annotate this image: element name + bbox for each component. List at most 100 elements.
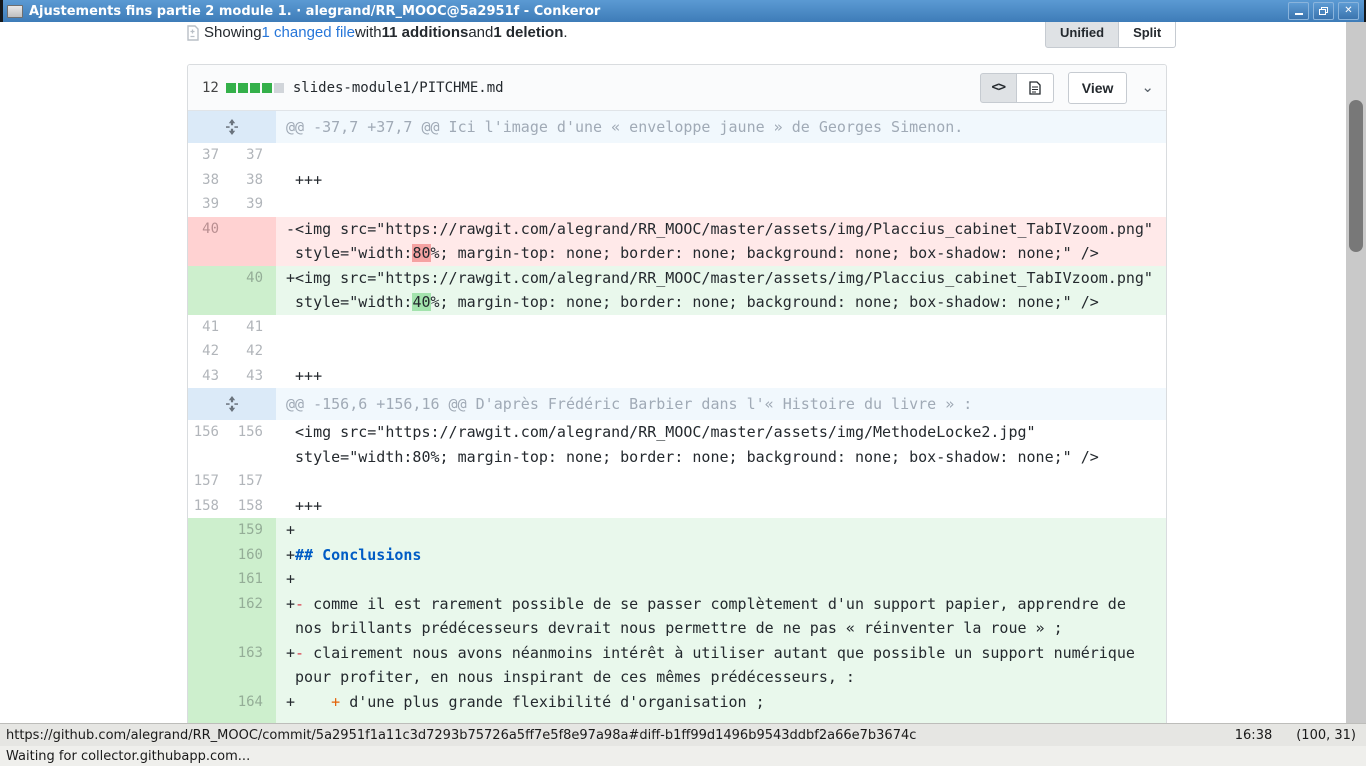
line-number-old[interactable]: 158 [188, 494, 232, 519]
code-icon: <> [991, 80, 1005, 95]
line-number-old[interactable] [188, 641, 232, 690]
diff-row: 164+ + d'une plus grande flexibilité d'o… [188, 690, 1166, 715]
line-number-new[interactable]: 37 [232, 143, 276, 168]
line-number-new[interactable] [232, 714, 276, 723]
line-number-old[interactable] [188, 266, 232, 315]
line-number-new[interactable]: 157 [232, 469, 276, 494]
line-number-new[interactable]: 164 [232, 690, 276, 715]
line-number-old[interactable]: 42 [188, 339, 232, 364]
code-line: +- comme il est rarement possible de se … [276, 592, 1166, 617]
code-line [276, 339, 1166, 364]
restore-icon [1319, 7, 1328, 15]
file-header: 12 slides-module1/PITCHME.md <> View ⌄ [188, 65, 1166, 111]
hunk-header-text: @@ -156,6 +156,16 @@ D'après Frédéric Ba… [276, 388, 1166, 420]
changed-file-link[interactable]: 1 changed file [262, 24, 355, 41]
line-number-new[interactable]: 39 [232, 192, 276, 217]
minimize-button[interactable] [1288, 2, 1309, 20]
diffstat-block-added [226, 83, 236, 93]
code-line: +++ [276, 494, 1166, 519]
line-number-old[interactable]: 38 [188, 168, 232, 193]
scrollbar-thumb[interactable] [1349, 100, 1363, 252]
vertical-scrollbar[interactable] [1346, 22, 1366, 723]
diff-row: 3838 +++ [188, 168, 1166, 193]
line-number-new[interactable]: 160 [232, 543, 276, 568]
line-number-old[interactable]: 43 [188, 364, 232, 389]
diff-row: 40-<img src="https://rawgit.com/alegrand… [188, 217, 1166, 266]
file-view-mode-group: <> [980, 73, 1054, 103]
line-number-old[interactable]: 39 [188, 192, 232, 217]
code-line: +++ [276, 364, 1166, 389]
line-number-old[interactable] [188, 714, 232, 723]
line-number-old[interactable] [188, 543, 232, 568]
view-file-button[interactable]: View [1068, 72, 1128, 104]
line-number-new[interactable]: 40 [232, 266, 276, 315]
file-name[interactable]: slides-module1/PITCHME.md [293, 80, 504, 96]
line-number-new[interactable]: 43 [232, 364, 276, 389]
line-number-new[interactable]: 163 [232, 641, 276, 690]
diffstat-blocks [226, 83, 284, 93]
code-cell [276, 469, 1166, 494]
chevron-down-icon[interactable]: ⌄ [1141, 83, 1154, 93]
diff-table: @@ -37,7 +37,7 @@ Ici l'image d'une « en… [188, 111, 1166, 723]
page-url: https://github.com/alegrand/RR_MOOC/comm… [6, 728, 916, 743]
file-changes-count: 12 [202, 80, 219, 96]
line-number-new[interactable]: 38 [232, 168, 276, 193]
diffstat-block-added [238, 83, 248, 93]
line-number-new[interactable]: 162 [232, 592, 276, 641]
line-number-new[interactable]: 156 [232, 420, 276, 469]
line-number-new[interactable]: 161 [232, 567, 276, 592]
line-number-old[interactable] [188, 567, 232, 592]
window-titlebar: Ajustements fins partie 2 module 1. · al… [0, 0, 1366, 22]
line-number-old[interactable] [188, 592, 232, 641]
line-number-old[interactable]: 157 [188, 469, 232, 494]
split-button[interactable]: Split [1119, 22, 1176, 48]
line-number-old[interactable] [188, 690, 232, 715]
unified-button[interactable]: Unified [1045, 22, 1119, 48]
close-button[interactable]: ✕ [1338, 2, 1359, 20]
code-line: pour profiter, en nous inspirant de ces … [276, 665, 1166, 690]
code-cell: +- clairement nous avons néanmoins intér… [276, 641, 1166, 690]
line-number-old[interactable]: 156 [188, 420, 232, 469]
diff-row: 160+## Conclusions [188, 543, 1166, 568]
expand-hunk-button[interactable] [188, 388, 276, 420]
line-number-new[interactable]: 42 [232, 339, 276, 364]
code-cell [276, 192, 1166, 217]
source-view-button[interactable]: <> [980, 73, 1017, 103]
rendered-view-button[interactable] [1017, 73, 1054, 103]
diff-row: 157157 [188, 469, 1166, 494]
diff-row: 4343 +++ [188, 364, 1166, 389]
additions-count: 11 additions [382, 24, 469, 41]
code-cell: +++ [276, 364, 1166, 389]
summary-period: . [563, 24, 567, 41]
code-cell: <img src="https://rawgit.com/alegrand/RR… [276, 420, 1166, 469]
line-number-old[interactable]: 40 [188, 217, 232, 266]
diff-row: 4141 [188, 315, 1166, 340]
code-line: <img src="https://rawgit.com/alegrand/RR… [276, 420, 1166, 445]
line-number-new[interactable]: 158 [232, 494, 276, 519]
code-line: +## Conclusions [276, 543, 1166, 568]
code-cell: +++ [276, 168, 1166, 193]
line-number-old[interactable]: 37 [188, 143, 232, 168]
minimize-icon [1295, 13, 1303, 15]
code-line: +++ [276, 168, 1166, 193]
diffstat-block-neutral [274, 83, 284, 93]
cursor-position: (100, 31) [1296, 728, 1356, 743]
code-line: +- clairement nous avons néanmoins intér… [276, 641, 1166, 666]
code-cell [276, 714, 1166, 723]
line-number-old[interactable] [188, 518, 232, 543]
code-line: style="width:80%; margin-top: none; bord… [276, 241, 1166, 266]
window-title: Ajustements fins partie 2 module 1. · al… [29, 4, 600, 19]
maximize-button[interactable] [1313, 2, 1334, 20]
line-number-new[interactable]: 41 [232, 315, 276, 340]
code-line: +<img src="https://rawgit.com/alegrand/R… [276, 266, 1166, 291]
line-number-new[interactable] [232, 217, 276, 266]
line-number-old[interactable]: 41 [188, 315, 232, 340]
line-number-new[interactable]: 159 [232, 518, 276, 543]
code-cell [276, 315, 1166, 340]
summary-and: and [468, 24, 493, 41]
expand-hunk-button[interactable] [188, 111, 276, 143]
diff-row: 161+ [188, 567, 1166, 592]
clock: 16:38 [1235, 728, 1272, 743]
code-line [276, 315, 1166, 340]
loading-message: Waiting for collector.githubapp.com... [6, 749, 250, 764]
